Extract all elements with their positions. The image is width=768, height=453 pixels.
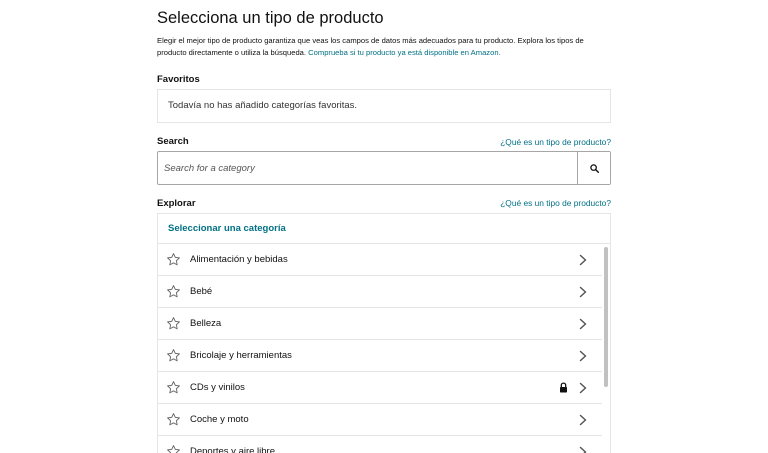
category-scrollbar[interactable] <box>604 247 608 387</box>
category-label: Coche y moto <box>190 414 249 425</box>
star-icon[interactable] <box>166 412 181 427</box>
category-header: Seleccionar una categoría <box>158 214 610 244</box>
category-row[interactable]: Coche y moto <box>158 404 602 436</box>
favorites-empty-text: Todavía no has añadido categorías favori… <box>168 100 358 111</box>
page-description: Elegir el mejor tipo de producto garanti… <box>157 35 611 59</box>
category-label: Bebé <box>190 286 213 297</box>
category-label: Bricolaje y herramientas <box>190 350 292 361</box>
chevron-right-icon <box>579 286 587 298</box>
chevron-right-icon <box>579 382 587 394</box>
chevron-right-icon <box>579 446 587 453</box>
chevron-right-icon <box>579 254 587 266</box>
chevron-right-icon <box>579 350 587 362</box>
search-help-link[interactable]: ¿Qué es un tipo de producto? <box>500 137 611 147</box>
category-label: Deportes y aire libre <box>190 446 276 453</box>
check-availability-link[interactable]: Comprueba si tu producto ya está disponi… <box>308 48 501 57</box>
search-bar <box>157 151 611 185</box>
category-row[interactable]: Belleza <box>158 308 602 340</box>
category-label: Alimentación y bebidas <box>190 254 288 265</box>
explore-help-link[interactable]: ¿Qué es un tipo de producto? <box>500 198 611 208</box>
star-icon[interactable] <box>166 284 181 299</box>
star-icon[interactable] <box>166 444 181 453</box>
search-input[interactable] <box>158 152 577 184</box>
favorites-label: Favoritos <box>157 74 200 85</box>
explore-label: Explorar <box>157 198 196 209</box>
category-label: Belleza <box>190 318 222 329</box>
lock-icon <box>560 382 567 393</box>
category-list[interactable]: Alimentación y bebidas Bebé Belleza Bric… <box>158 244 610 453</box>
star-icon[interactable] <box>166 316 181 331</box>
favorites-box: Todavía no has añadido categorías favori… <box>157 89 611 123</box>
search-icon <box>589 163 599 173</box>
search-label: Search <box>157 136 189 147</box>
page-title: Selecciona un tipo de producto <box>157 9 384 27</box>
category-row[interactable]: CDs y vinilos <box>158 372 602 404</box>
star-icon[interactable] <box>166 348 181 363</box>
search-button[interactable] <box>577 152 610 184</box>
category-row[interactable]: Deportes y aire libre <box>158 436 602 453</box>
category-browser: Seleccionar una categoría Alimentación y… <box>157 213 611 453</box>
star-icon[interactable] <box>166 252 181 267</box>
chevron-right-icon <box>579 414 587 426</box>
category-label: CDs y vinilos <box>190 382 245 393</box>
category-row[interactable]: Bricolaje y herramientas <box>158 340 602 372</box>
category-row[interactable]: Bebé <box>158 276 602 308</box>
star-icon[interactable] <box>166 380 181 395</box>
chevron-right-icon <box>579 318 587 330</box>
category-row[interactable]: Alimentación y bebidas <box>158 244 602 276</box>
